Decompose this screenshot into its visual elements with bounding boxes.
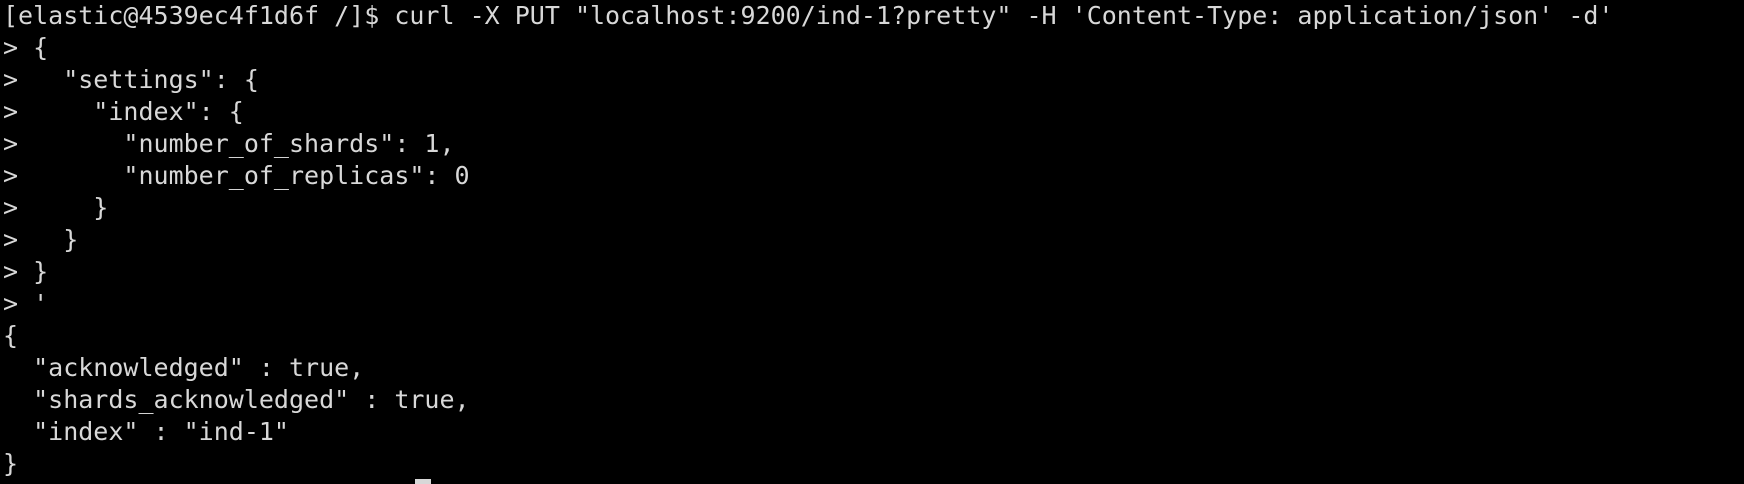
terminal-line: } (3, 449, 19, 478)
terminal-line: "index" : "ind-1" (3, 417, 289, 446)
terminal-line: > "settings": { (3, 65, 259, 94)
terminal-line: > ' (3, 289, 49, 318)
terminal-line: > "index": { (3, 97, 244, 126)
terminal-line: "acknowledged" : true, (3, 353, 365, 382)
terminal-line: > "number_of_shards": 1, (3, 129, 455, 158)
terminal-line: > } (3, 257, 49, 286)
terminal-line: > { (3, 33, 49, 62)
terminal-window[interactable]: [elastic@4539ec4f1d6f /]$ curl -X PUT "l… (0, 0, 1744, 484)
text-cursor (415, 479, 431, 484)
terminal-line: > "number_of_replicas": 0 (3, 161, 470, 190)
terminal-line: > } (3, 225, 79, 254)
terminal-line: [elastic@4539ec4f1d6f /]$ curl -X PUT "l… (3, 1, 1614, 30)
terminal-line: "shards_acknowledged" : true, (3, 385, 470, 414)
terminal-line: > } (3, 193, 109, 222)
terminal-line: { (3, 321, 19, 350)
